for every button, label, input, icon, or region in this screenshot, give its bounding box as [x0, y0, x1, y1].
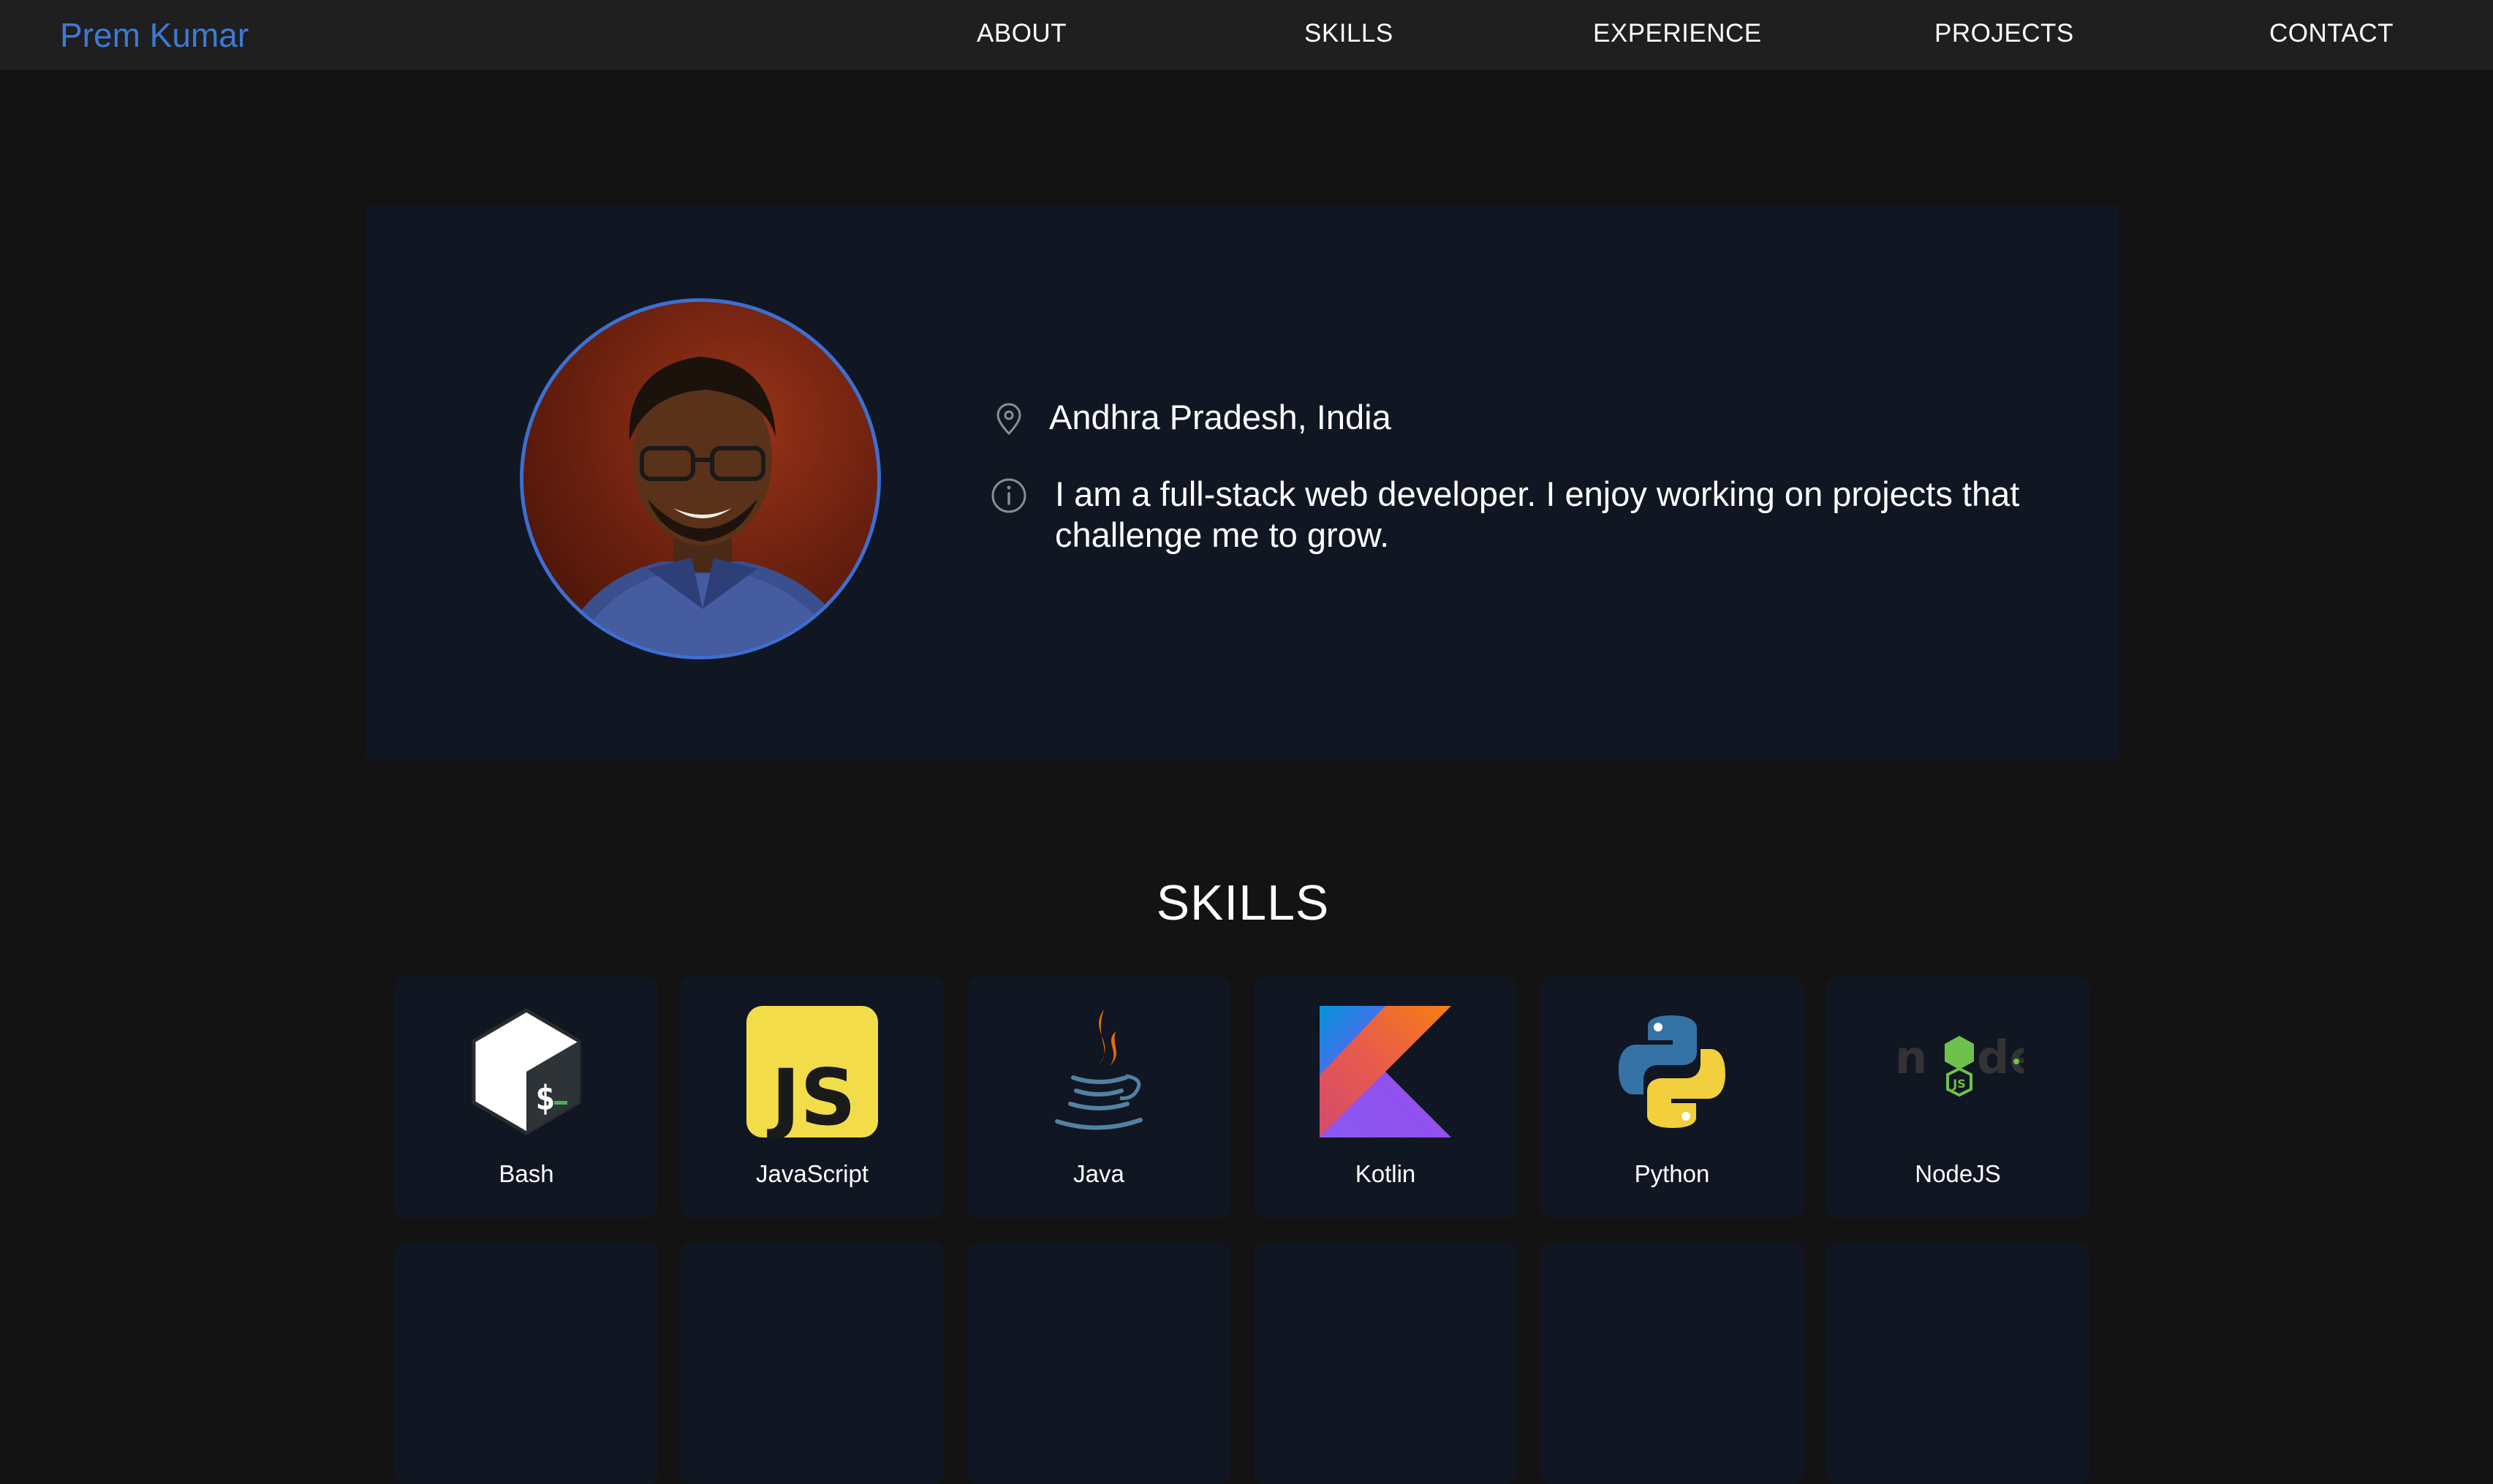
- skill-card[interactable]: [1540, 1243, 1804, 1484]
- kotlin-icon: [1320, 1006, 1451, 1137]
- javascript-icon: JS: [746, 1006, 878, 1137]
- location-row: Andhra Pradesh, India: [990, 398, 1391, 438]
- profile-photo-illustration: [555, 357, 858, 656]
- nav-skills[interactable]: SKILLS: [1304, 16, 1393, 51]
- bio-row: I am a full-stack web developer. I enjoy…: [990, 474, 2057, 556]
- bio-text: I am a full-stack web developer. I enjoy…: [1055, 474, 2020, 554]
- skill-card-python[interactable]: Python: [1540, 977, 1804, 1218]
- skills-heading: SKILLS: [1156, 875, 1330, 931]
- svg-text:$: $: [535, 1078, 556, 1118]
- skill-name: Java: [1073, 1160, 1124, 1187]
- skill-card-java[interactable]: Java: [967, 977, 1230, 1218]
- brand-link[interactable]: Prem Kumar: [60, 13, 249, 57]
- skill-name: Python: [1634, 1160, 1710, 1187]
- java-icon: [1033, 1006, 1165, 1137]
- location-text: Andhra Pradesh, India: [1049, 398, 1391, 436]
- skill-card-bash[interactable]: $ Bash: [395, 977, 658, 1218]
- skill-card-nodejs[interactable]: n de JS NodeJS: [1826, 977, 2089, 1218]
- skill-name: Kotlin: [1355, 1160, 1416, 1187]
- nav-contact[interactable]: CONTACT: [2269, 16, 2394, 51]
- nav-projects[interactable]: PROJECTS: [1934, 16, 2074, 51]
- bash-icon: $: [461, 1006, 592, 1137]
- nav-about[interactable]: ABOUT: [977, 16, 1067, 51]
- svg-text:JS: JS: [1952, 1077, 1965, 1091]
- skill-card[interactable]: [681, 1243, 944, 1484]
- skill-name: NodeJS: [1915, 1160, 2001, 1187]
- python-icon: [1606, 1006, 1738, 1137]
- svg-text:JS: JS: [767, 1053, 856, 1137]
- svg-text:de: de: [1977, 1031, 2024, 1084]
- profile-avatar: [520, 298, 881, 659]
- skill-card[interactable]: [967, 1243, 1230, 1484]
- info-icon: [991, 478, 1026, 513]
- top-nav-bar: Prem Kumar ABOUT SKILLS EXPERIENCE PROJE…: [0, 0, 2493, 70]
- location-pin-icon: [996, 403, 1021, 436]
- about-section: Andhra Pradesh, India I am a full-stack …: [366, 205, 2119, 759]
- nav-experience[interactable]: EXPERIENCE: [1593, 16, 1762, 51]
- svg-text:n: n: [1895, 1031, 1927, 1084]
- skill-card[interactable]: [395, 1243, 658, 1484]
- skill-name: Bash: [499, 1160, 554, 1187]
- skill-card[interactable]: [1826, 1243, 2089, 1484]
- nodejs-icon: n de JS: [1892, 1006, 2024, 1137]
- skill-card-kotlin[interactable]: Kotlin: [1254, 977, 1517, 1218]
- skill-card[interactable]: [1254, 1243, 1517, 1484]
- skill-card-javascript[interactable]: JS JavaScript: [681, 977, 944, 1218]
- skill-name: JavaScript: [755, 1160, 869, 1187]
